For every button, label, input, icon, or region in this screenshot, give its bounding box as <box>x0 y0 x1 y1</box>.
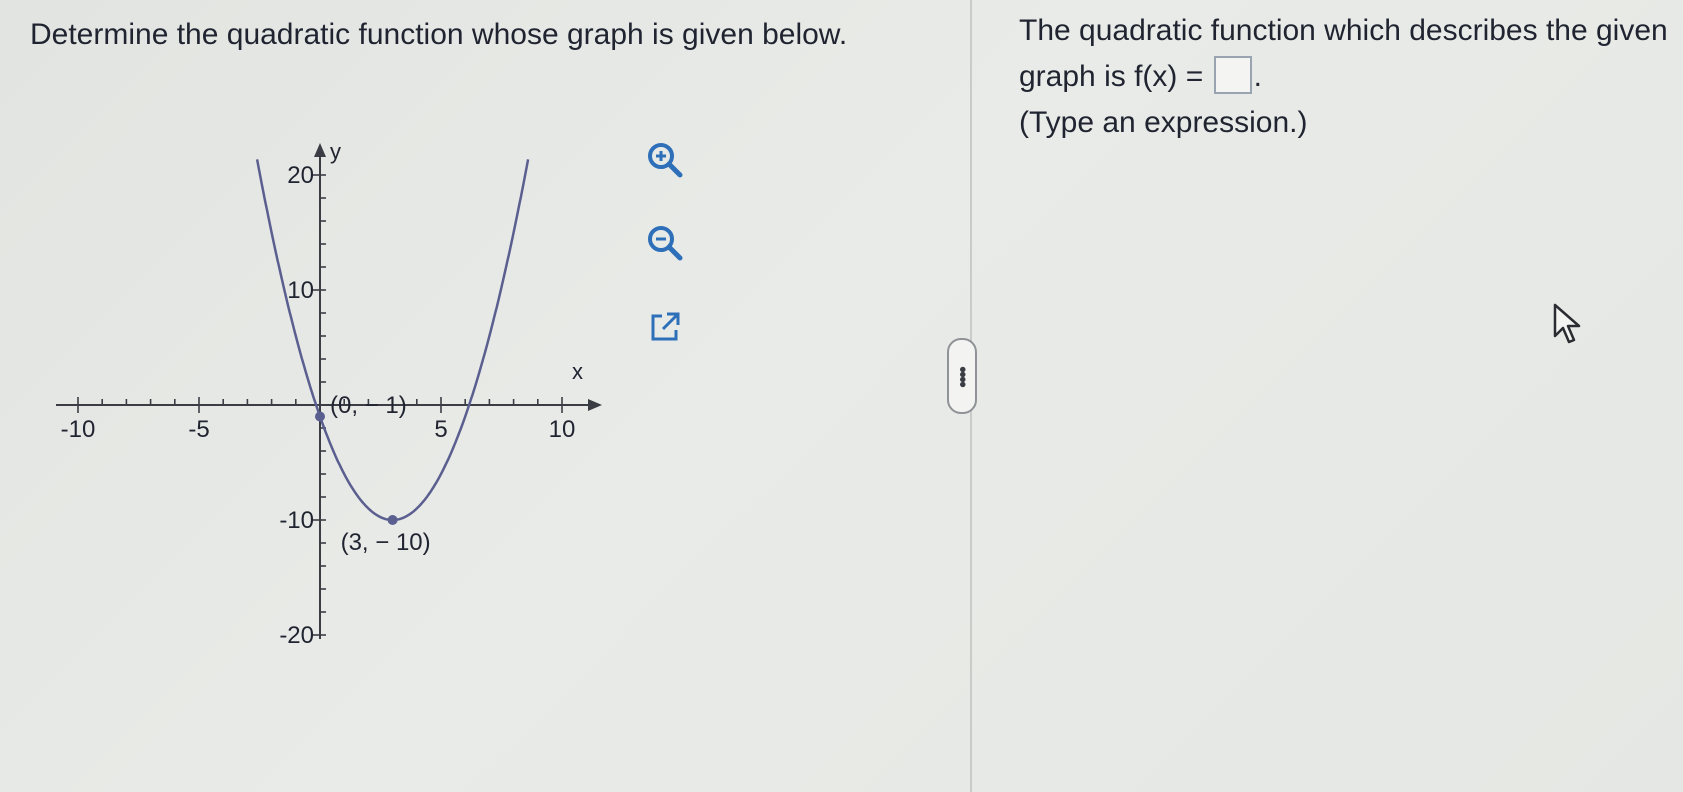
y-tick-label: 20 <box>287 162 314 189</box>
mouse-pointer-icon <box>1553 303 1581 344</box>
vertex-point <box>387 515 398 525</box>
graph-panel: x y -10 -5 5 10 20 10 -10 -20 (0, − 1) (… <box>50 130 650 690</box>
y-tick-label: 10 <box>287 277 314 304</box>
question-pane: Determine the quadratic function whose g… <box>0 0 970 792</box>
y-tick-label: -20 <box>279 622 314 649</box>
popout-button[interactable] <box>640 302 690 352</box>
y-tick-label: -10 <box>279 507 314 534</box>
x-tick-label: -5 <box>188 416 209 443</box>
zoom-out-icon <box>648 226 683 261</box>
parabola-curve <box>255 159 530 522</box>
external-link-icon <box>651 312 680 341</box>
y-axis-arrow <box>314 143 326 157</box>
graph: x y -10 -5 5 10 20 10 -10 -20 (0, − 1) (… <box>56 139 602 649</box>
x-axis-arrow <box>588 399 602 411</box>
answer-pane: The quadratic function which describes t… <box>972 0 1683 792</box>
zoom-in-icon <box>648 143 683 178</box>
x-tick-label: 10 <box>549 416 576 443</box>
point-label-vertex: (3, − 10) <box>341 529 431 556</box>
point-label-y-intercept: (0, − 1) <box>330 392 407 419</box>
x-tick-label: -10 <box>61 416 96 443</box>
y-intercept-point <box>315 411 325 422</box>
zoom-in-button[interactable] <box>640 135 690 185</box>
drag-dots-icon: •••• <box>951 365 973 386</box>
answer-prefix: graph is f(x) = <box>1019 60 1204 93</box>
x-axis-label: x <box>572 359 583 384</box>
answer-hint: (Type an expression.) <box>1019 106 1308 139</box>
answer-prompt: The quadratic function which describes t… <box>1019 8 1683 146</box>
question-text: Determine the quadratic function whose g… <box>30 18 848 51</box>
answer-suffix: . <box>1253 60 1262 93</box>
x-tick-label: 5 <box>434 416 447 443</box>
y-axis-label: y <box>330 139 341 164</box>
answer-line-1: The quadratic function which describes t… <box>1019 14 1668 47</box>
answer-line-2: graph is f(x) = . <box>1019 54 1683 100</box>
answer-input[interactable] <box>1213 56 1252 94</box>
zoom-out-button[interactable] <box>640 218 690 268</box>
